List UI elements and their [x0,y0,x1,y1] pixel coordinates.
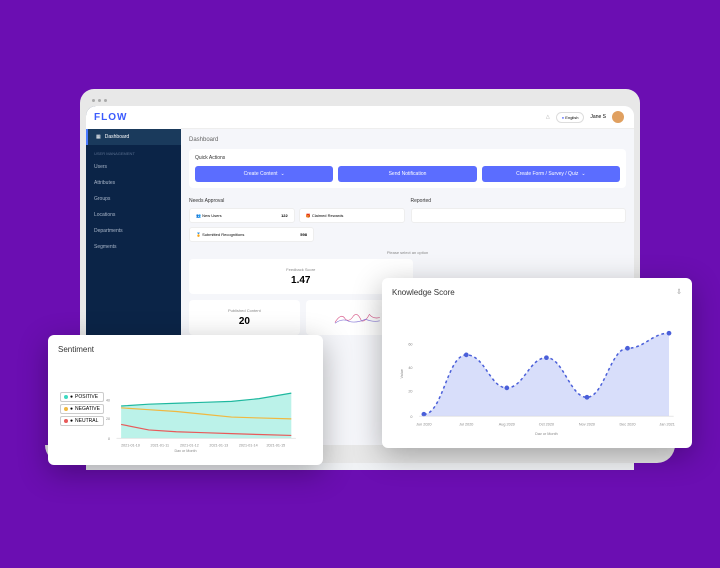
submitted-recognitions-card[interactable]: 🏅 Submitted Recognitions 598 [189,227,314,242]
window-controls [86,95,634,106]
bell-icon[interactable]: △ [546,114,550,120]
chevron-down-icon: ⌄ [281,171,285,177]
quick-actions-title: Quick Actions [195,155,620,161]
svg-text:40: 40 [408,366,412,370]
svg-text:Dec 2020: Dec 2020 [619,423,635,427]
svg-text:Oct 2020: Oct 2020 [539,423,554,427]
new-users-count: 122 [281,213,288,218]
svg-text:2021-01-11: 2021-01-11 [151,443,170,447]
user-name: Jane S [590,114,606,120]
feedback-value: 1.47 [197,275,405,286]
knowledge-title: Knowledge Score [392,288,682,297]
svg-text:2021-01-14: 2021-01-14 [239,443,258,447]
knowledge-svg: 0 20 40 60 Value Jun 2020 Jul 2020 Aug 2… [392,303,682,435]
sidebar-label: Dashboard [105,134,129,140]
sidebar-item-attributes[interactable]: Attributes [86,175,181,191]
chevron-down-icon: ⌄ [581,171,585,177]
create-content-button[interactable]: Create Content⌄ [195,166,333,182]
submitted-count: 598 [300,232,307,237]
svg-text:20: 20 [408,390,412,394]
published-value: 20 [197,316,292,327]
claimed-rewards-card[interactable]: 🎁 Claimed Rewards [299,208,405,223]
select-hint: Please select an option [189,250,626,255]
language-selector[interactable]: ● English [556,112,585,123]
svg-text:0: 0 [410,415,412,419]
svg-text:60: 60 [408,342,412,346]
grid-icon: ▦ [96,134,101,140]
feedback-label: Feedback Score [197,267,405,272]
svg-text:Jan 2021: Jan 2021 [659,423,675,427]
sidebar-item-dashboard[interactable]: ▦ Dashboard [86,129,181,145]
svg-text:40: 40 [106,398,110,402]
sentiment-title: Sentiment [58,345,313,354]
avatar[interactable] [612,111,624,123]
knowledge-chart: 0 20 40 60 Value Jun 2020 Jul 2020 Aug 2… [392,303,682,435]
sentiment-chart-card: Sentiment ● POSITIVE ● NEGATIVE ● NEUTRA… [48,335,323,465]
sidebar-item-departments[interactable]: Departments [86,223,181,239]
feedback-score-card: Feedback Score 1.47 [189,259,413,294]
users-icon: 👥 [196,213,201,218]
reported-card[interactable] [411,208,627,223]
badge-icon: 🏅 [196,232,201,237]
knowledge-chart-card: Knowledge Score ⇩ 0 20 40 60 Value Jun 2… [382,278,692,448]
download-icon[interactable]: ⇩ [676,288,682,296]
svg-text:Nov 2020: Nov 2020 [579,423,595,427]
send-notification-button[interactable]: Send Notification [338,166,476,182]
svg-text:0: 0 [108,437,110,441]
published-content-card: Published Content 20 [189,300,300,335]
svg-text:Value: Value [400,369,404,378]
topbar: △ ● English Jane S [181,106,634,129]
sentiment-chart: ● POSITIVE ● NEGATIVE ● NEUTRAL 2021-01-… [58,360,313,452]
svg-text:Day or Month: Day or Month [174,449,196,452]
quick-actions-panel: Quick Actions Create Content⌄ Send Notif… [189,149,626,188]
svg-text:2021-01-10: 2021-01-10 [121,443,140,447]
svg-text:Jun 2020: Jun 2020 [416,423,432,427]
sidebar-item-locations[interactable]: Locations [86,207,181,223]
new-users-card[interactable]: 👥 New Users 122 [189,208,295,223]
gift-icon: 🎁 [306,213,311,218]
published-label: Published Content [197,308,292,313]
sidebar-section-header: User Management [86,145,181,159]
svg-text:Day or Month: Day or Month [535,432,558,435]
svg-text:2021-01-12: 2021-01-12 [180,443,199,447]
page-title: Dashboard [189,137,626,143]
svg-text:Aug 2020: Aug 2020 [499,423,515,427]
svg-text:2021-01-15: 2021-01-15 [266,443,285,447]
sentiment-legend: ● POSITIVE ● NEGATIVE ● NEUTRAL [60,392,104,428]
svg-text:2021-01-13: 2021-01-13 [209,443,228,447]
svg-text:20: 20 [106,417,110,421]
sidebar-item-segments[interactable]: Segments [86,239,181,255]
reported-title: Reported [411,198,627,204]
sidebar-item-users[interactable]: Users [86,159,181,175]
create-form-button[interactable]: Create Form / Survey / Quiz⌄ [482,166,620,182]
needs-approval-title: Needs Approval [189,198,405,204]
sidebar-item-groups[interactable]: Groups [86,191,181,207]
svg-text:Jul 2020: Jul 2020 [459,423,473,427]
brand-logo: FLOW [86,106,181,129]
